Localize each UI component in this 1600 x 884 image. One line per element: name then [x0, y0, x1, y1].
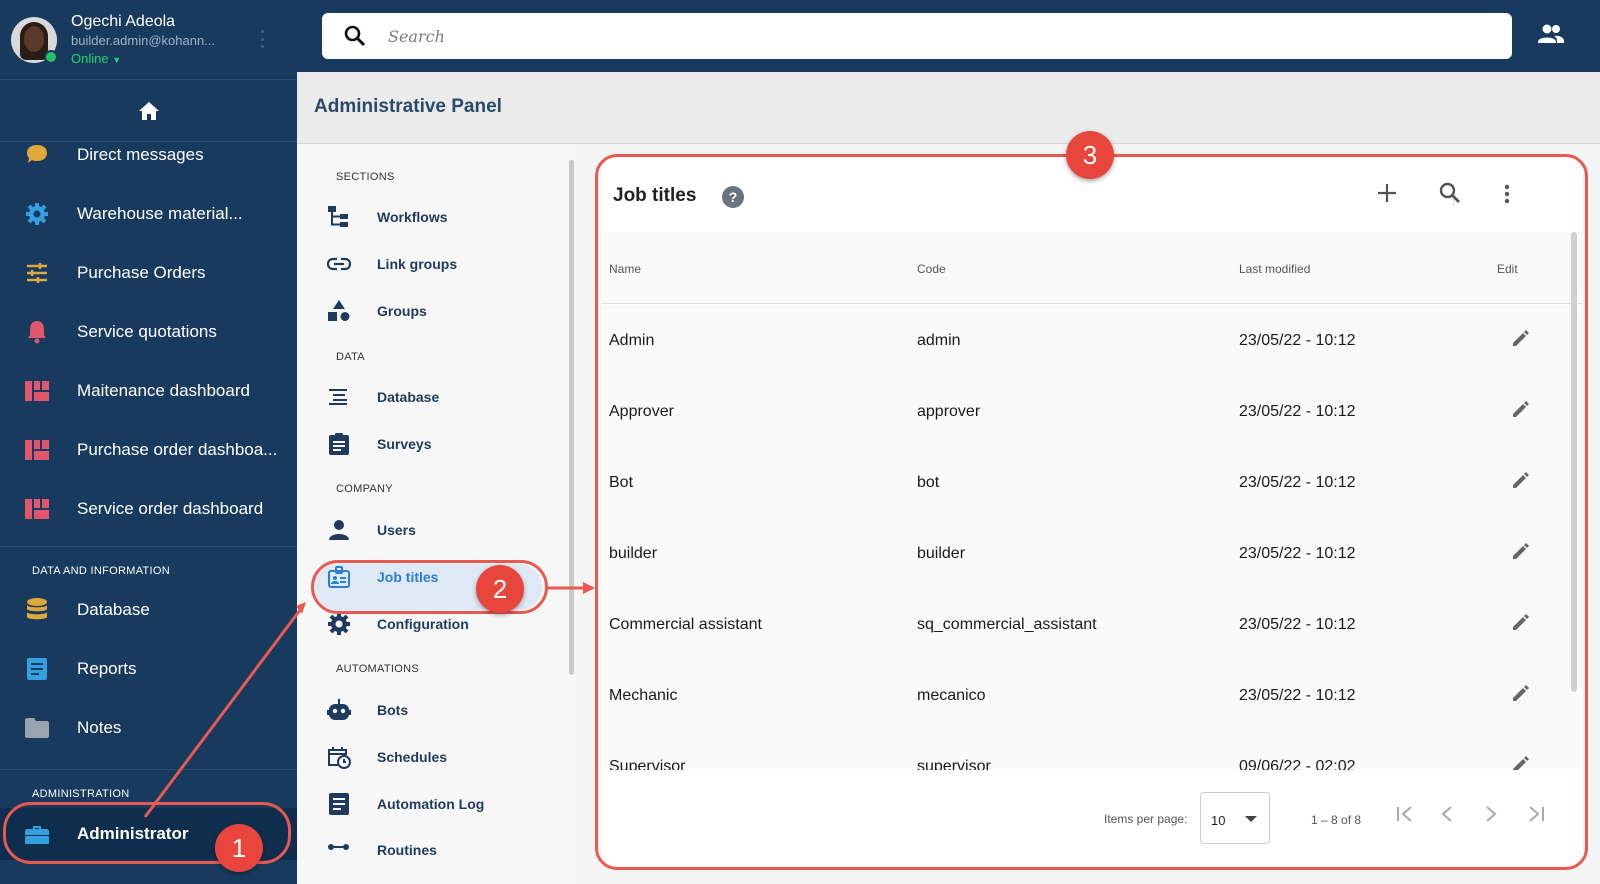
section-heading: DATA: [336, 351, 365, 363]
submenu-item-label: Routines: [377, 842, 437, 858]
submenu-scrollbar[interactable]: [569, 160, 574, 675]
chat-bubble-icon: [24, 142, 50, 168]
sidebar-item-warehouse[interactable]: Warehouse material...: [0, 184, 297, 243]
log-icon: [327, 792, 351, 816]
sidebar-item-purchase-orders[interactable]: Purchase Orders: [0, 243, 297, 302]
section-heading: COMPANY: [336, 483, 393, 495]
people-button[interactable]: [1538, 24, 1564, 49]
dashboard-icon: [24, 378, 50, 404]
section-heading: SECTIONS: [336, 171, 395, 183]
dashboard-icon: [24, 437, 50, 463]
search-placeholder: Search: [388, 26, 445, 46]
user-name: Ogechi Adeola: [71, 13, 176, 30]
search-input[interactable]: Search: [322, 13, 1512, 59]
shapes-icon: [327, 299, 351, 323]
sidebar-item-label: Service quotations: [77, 321, 217, 341]
section-heading: AUTOMATIONS: [336, 663, 419, 675]
align-left-icon: [327, 385, 351, 409]
sidebar-item-label: Database: [77, 599, 150, 619]
gear-icon: [327, 612, 351, 636]
submenu-item-configuration[interactable]: Configuration: [327, 612, 469, 636]
calendar-clock-icon: [327, 745, 351, 769]
sidebar-item-database[interactable]: Database: [0, 580, 297, 639]
robot-icon: [327, 698, 351, 722]
avatar[interactable]: [11, 16, 58, 64]
submenu-item-users[interactable]: Users: [327, 518, 416, 542]
sidebar-item-maintenance-dashboard[interactable]: Maitenance dashboard: [0, 361, 297, 420]
status-dropdown[interactable]: Online ▼: [71, 51, 215, 66]
sidebar-item-label: Purchase order dashboa...: [77, 439, 278, 459]
online-status-dot: [44, 49, 58, 64]
sidebar-item-reports[interactable]: Reports: [0, 639, 297, 698]
sidebar-item-label: Direct messages: [77, 144, 204, 164]
submenu-item-link-groups[interactable]: Link groups: [327, 252, 457, 276]
sidebar-item-label: Maitenance dashboard: [77, 380, 250, 400]
folder-icon: [24, 715, 50, 741]
sidebar: Ogechi Adeola builder.admin@kohann... On…: [0, 0, 297, 884]
home-icon: [138, 101, 159, 120]
admin-submenu: SECTIONS Workflows Link groups Groups DA…: [297, 144, 577, 884]
person-icon: [327, 518, 351, 542]
caret-down-icon: ▼: [112, 55, 122, 65]
section-heading: ADMINISTRATION: [32, 788, 130, 800]
gear-icon: [24, 201, 50, 227]
sidebar-item-purchase-order-dashboard[interactable]: Purchase order dashboa...: [0, 420, 297, 479]
submenu-item-label: Workflows: [377, 209, 448, 225]
submenu-item-database[interactable]: Database: [327, 385, 439, 409]
sidebar-item-label: Warehouse material...: [77, 203, 243, 223]
submenu-item-label: Link groups: [377, 256, 458, 272]
annotation-badge-3: 3: [1066, 131, 1114, 179]
workflow-icon: [327, 205, 351, 229]
submenu-item-label: Configuration: [377, 616, 469, 632]
status-label: Online: [71, 51, 109, 66]
submenu-item-label: Surveys: [377, 436, 432, 452]
dashboard-icon: [24, 496, 50, 522]
user-email: builder.admin@kohann...: [71, 33, 216, 48]
submenu-item-label: Automation Log: [377, 796, 485, 812]
more-vert-icon[interactable]: [261, 30, 265, 48]
sidebar-item-label: Purchase Orders: [77, 262, 206, 282]
sidebar-item-service-order-dashboard[interactable]: Service order dashboard: [0, 479, 297, 538]
submenu-item-automation-log[interactable]: Automation Log: [327, 792, 484, 816]
submenu-item-schedules[interactable]: Schedules: [327, 745, 447, 769]
submenu-item-label: Schedules: [377, 749, 448, 765]
submenu-item-routines[interactable]: Routines: [327, 838, 437, 862]
database-icon: [24, 597, 50, 623]
section-heading: DATA AND INFORMATION: [32, 565, 171, 577]
submenu-item-workflows[interactable]: Workflows: [327, 205, 448, 229]
submenu-item-bots[interactable]: Bots: [327, 698, 408, 722]
submenu-item-label: Database: [377, 389, 440, 405]
submenu-item-surveys[interactable]: Surveys: [327, 432, 431, 456]
top-bar: Search: [297, 0, 1600, 72]
sidebar-item-service-quotations[interactable]: Service quotations: [0, 302, 297, 361]
panel-header: Administrative Panel: [297, 72, 1600, 144]
sidebar-item-label: Notes: [77, 717, 122, 737]
user-profile[interactable]: Ogechi Adeola builder.admin@kohann... On…: [0, 0, 297, 80]
submenu-item-label: Bots: [377, 702, 409, 718]
search-icon: [344, 25, 366, 47]
sidebar-item-direct-messages[interactable]: Direct messages: [0, 125, 297, 184]
clipboard-icon: [327, 432, 351, 456]
people-icon: [1538, 24, 1564, 43]
annotation-badge-2: 2: [476, 565, 524, 613]
sidebar-item-notes[interactable]: Notes: [0, 698, 297, 757]
link-icon: [327, 252, 351, 276]
submenu-item-groups[interactable]: Groups: [327, 299, 427, 323]
bell-icon: [24, 319, 50, 345]
sidebar-item-label: Reports: [77, 658, 137, 678]
page-title: Administrative Panel: [314, 96, 502, 117]
route-icon: [327, 838, 351, 862]
submenu-item-label: Users: [377, 522, 416, 538]
report-icon: [24, 656, 50, 682]
annotation-badge-1: 1: [215, 824, 263, 872]
annotation-highlight-card: [595, 154, 1588, 870]
sidebar-item-label: Service order dashboard: [77, 498, 264, 518]
submenu-item-label: Groups: [377, 303, 427, 319]
sliders-icon: [24, 260, 50, 286]
